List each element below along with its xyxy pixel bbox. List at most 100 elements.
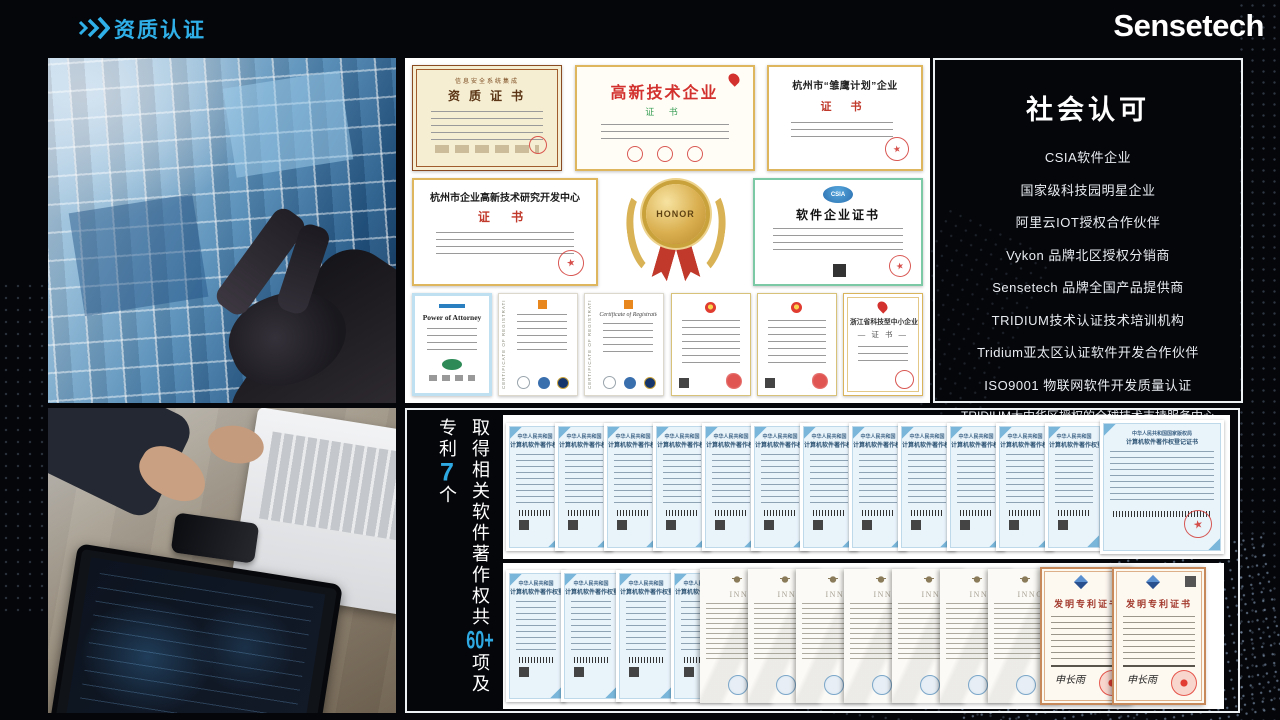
page-title: 资质认证 — [114, 14, 206, 44]
copyright-certificate-large: 中华人民共和国国家版权局 计算机软件著作权登记证书 ★ — [1100, 420, 1224, 554]
corner-flourish — [1104, 424, 1119, 439]
red-seal-icon — [657, 146, 673, 162]
text-lines — [565, 454, 603, 504]
certificate-power-of-attorney: Power of Attorney — [412, 293, 492, 396]
registrar-logo — [624, 300, 633, 309]
text-lines — [858, 346, 908, 364]
barcode-icon — [813, 510, 845, 516]
seal-row — [513, 376, 573, 389]
cnipa-logo-icon — [1074, 575, 1088, 589]
red-seal-icon: ★ — [1171, 670, 1197, 696]
copyright-certificate: 中华人民共和国 计算机软件著作权登记证书 — [506, 570, 566, 702]
qr-code-icon — [629, 667, 639, 677]
barcode-icon — [519, 510, 551, 516]
certificate-software-title: 软件企业证书 — [765, 206, 911, 223]
certificates-row-1: 信息安全系统集成 资 质 证 书 高新技术企业 证 书 杭州市“雏鹰计划”企业 — [412, 65, 923, 171]
star-icon: ★ — [565, 257, 576, 270]
corner-flourish — [547, 683, 562, 698]
qr-code-icon — [519, 667, 529, 677]
text-lines — [516, 454, 554, 504]
national-emblem-icon — [791, 302, 802, 313]
certificate-rnd-center: 杭州市企业高新技术研究开发中心 证 书 ★ — [412, 178, 598, 286]
patent-certificates-row: 中华人民共和国 计算机软件著作权登记证书 中华人民共和国 计算机软件著作权登记证… — [503, 563, 1224, 709]
patents-panel: 取得相关软件著作权共60+项及 专利7个 中华人民共和国 计算机软件著作权登记证… — [405, 408, 1240, 713]
certificate-body: 中华人民共和国 计算机软件著作权登记证书 — [619, 573, 673, 699]
star-icon: ★ — [892, 143, 902, 155]
corner-flourish — [755, 427, 770, 442]
text-lines — [682, 320, 740, 364]
laptop-keyboard — [259, 432, 396, 541]
text-lines — [859, 454, 897, 504]
registration-side-text: CERTIFICATE OF REGISTRATION — [587, 300, 592, 389]
certificate-body: 中华人民共和国国家版权局 计算机软件著作权登记证书 ★ — [1103, 423, 1221, 551]
barcode-icon — [862, 510, 894, 516]
certificate-eagle-plan: 杭州市“雏鹰计划”企业 证 书 ★ — [767, 65, 923, 171]
red-seal-icon — [529, 136, 547, 154]
text-lines — [908, 454, 946, 504]
slide: 资质认证 Sensetech 信息安全系统集成 资 质 证 书 高新技术企业 证… — [0, 0, 1280, 720]
copyright-count-text: 取得相关软件著作权共60+项及 — [465, 418, 495, 705]
workspace-photo — [48, 408, 396, 713]
honor-medal-icon: HONOR — [621, 178, 731, 286]
certificate-body: 中华人民共和国 计算机软件著作权登记证书 — [950, 426, 1002, 548]
certificate-body: 中华人民共和国 计算机软件著作权登记证书 — [564, 573, 618, 699]
barcode-icon — [519, 657, 553, 663]
registration-side-text: CERTIFICATE OF REGISTRATION — [501, 300, 506, 389]
qr-code-icon — [519, 520, 529, 530]
corner-flourish — [510, 427, 525, 442]
barcode-icon — [715, 510, 747, 516]
corner-flourish — [1084, 532, 1099, 547]
certificate-body: 中华人民共和国 计算机软件著作权登记证书 — [607, 426, 659, 548]
certificate-hightech: 高新技术企业 证 书 — [575, 65, 755, 171]
list-item: CSIA软件企业 — [935, 147, 1241, 166]
certificate-eagle-title: 杭州市“雏鹰计划”企业 — [779, 77, 911, 92]
patent-text-prefix: 专利 — [437, 418, 457, 460]
barcode-icon — [1058, 510, 1090, 516]
torch-flame-icon — [876, 299, 890, 313]
csia-logo: CSIA — [823, 186, 853, 203]
copyright-certificates-row: 中华人民共和国 计算机软件著作权登记证书 中华人民共和国 计算机软件著作权登记证… — [503, 415, 1230, 559]
certificate-eagle-subtitle: 证 书 — [779, 98, 911, 114]
certificate-body: 中华人民共和国 计算机软件著作权登记证书 — [803, 426, 855, 548]
list-item: 阿里云IOT授权合作伙伴 — [935, 212, 1241, 231]
qr-code-icon — [764, 520, 774, 530]
text-lines — [436, 232, 574, 258]
certificate-body: 中华人民共和国 计算机软件著作权登记证书 — [656, 426, 708, 548]
certificate-registration-en: CERTIFICATE OF REGISTRATION Certificate … — [584, 293, 664, 396]
certificate-quality: 信息安全系统集成 资 质 证 书 — [412, 65, 562, 171]
video-wall-photo — [48, 58, 396, 403]
text-lines — [1123, 616, 1195, 660]
certificate-zhejiang-sme: 浙江省科技型中小企业 — 证 书 — — [843, 293, 923, 396]
corner-flourish — [657, 683, 672, 698]
text-lines — [773, 228, 903, 252]
text-lines — [712, 454, 750, 504]
video-wall-tile-light — [223, 70, 354, 177]
list-item: Tridium亚太区认证软件开发合作伙伴 — [935, 342, 1241, 361]
blue-seal-icon — [872, 675, 892, 695]
certificates-panel: 信息安全系统集成 资 质 证 书 高新技术企业 证 书 杭州市“雏鹰计划”企业 — [405, 58, 930, 403]
certificate-license-b — [757, 293, 837, 396]
qr-code-icon — [911, 520, 921, 530]
qr-code-icon — [679, 378, 689, 388]
blue-seal-icon — [538, 377, 550, 389]
copyright-count: 60+ — [466, 628, 494, 653]
corner-flourish — [902, 427, 917, 442]
certificate-body: 中华人民共和国 计算机软件著作权登记证书 — [999, 426, 1051, 548]
corner-flourish — [620, 574, 635, 589]
text-lines — [1006, 454, 1044, 504]
corner-flourish — [706, 427, 721, 442]
barcode-icon — [629, 657, 663, 663]
text-lines — [517, 314, 567, 356]
patent-count-text: 专利7个 — [432, 418, 462, 705]
barcode-icon — [764, 510, 796, 516]
red-seal-icon: ★ — [887, 253, 914, 280]
gray-seal-icon — [517, 376, 530, 389]
barcode-icon — [666, 510, 698, 516]
certificate-rnd-title: 杭州市企业高新技术研究开发中心 — [424, 189, 586, 204]
text-lines — [761, 454, 799, 504]
corner-flourish — [510, 574, 525, 589]
text-lines — [957, 454, 995, 504]
barcode-icon — [574, 657, 608, 663]
corner-flourish — [853, 427, 868, 442]
invention-cert-title: 发明专利证书 — [1121, 597, 1197, 610]
